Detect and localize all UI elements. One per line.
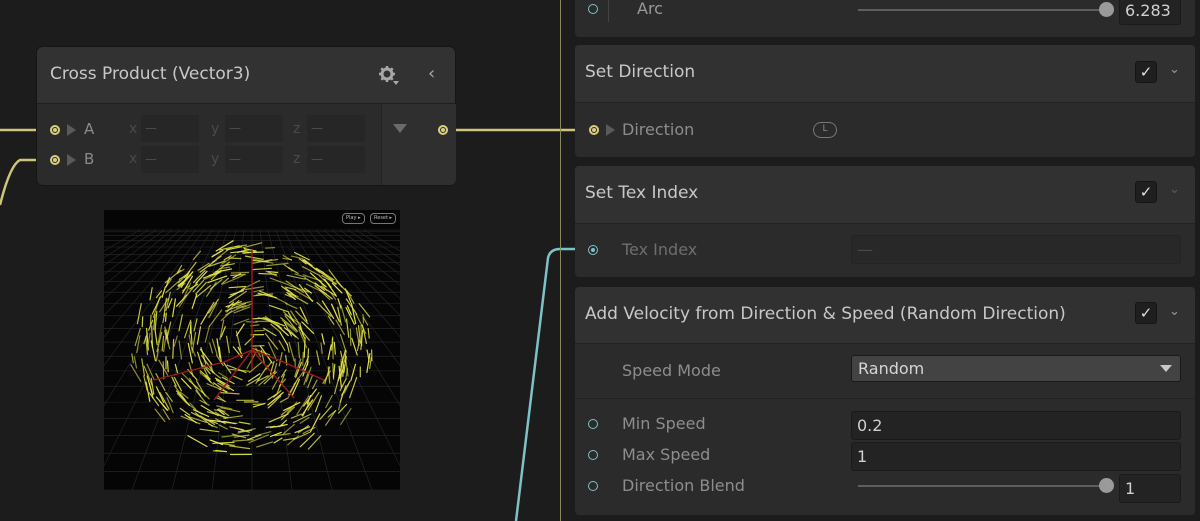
min-speed-field[interactable]: 0.2 [851, 411, 1181, 440]
arc-port[interactable] [588, 4, 598, 14]
arc-label: Arc [637, 0, 663, 18]
axis-x-label: x [129, 121, 138, 137]
output-expand-icon[interactable] [393, 124, 407, 133]
a-y-field[interactable]: — [225, 115, 283, 142]
a-z-field[interactable]: — [307, 115, 365, 142]
set-direction-block: Set Direction ✓ ⌄ Direction L [575, 45, 1195, 157]
chevron-down-icon[interactable]: ⌄ [1169, 182, 1180, 197]
local-space-badge[interactable]: L [813, 122, 837, 138]
speed-mode-label: Speed Mode [622, 361, 721, 380]
set-direction-checkbox[interactable]: ✓ [1135, 61, 1157, 83]
expand-triangle-icon[interactable] [606, 124, 615, 136]
chevron-left-icon[interactable]: ‹ [428, 63, 435, 84]
section-separator [575, 398, 1195, 399]
axis-x-label: x [129, 151, 138, 167]
direction-label: Direction [622, 120, 695, 139]
chevron-down-icon[interactable]: ⌄ [1169, 62, 1180, 77]
output-port-connector[interactable] [438, 125, 448, 135]
b-z-field[interactable]: — [307, 146, 365, 173]
direction-blend-slider-thumb[interactable] [1099, 478, 1114, 493]
expand-triangle-icon[interactable] [67, 124, 76, 136]
indent-guide [608, 0, 609, 22]
min-speed-label: Min Speed [622, 414, 706, 433]
a-x-field[interactable]: — [141, 115, 199, 142]
port-b-connector[interactable] [50, 155, 60, 165]
port-b-label: B [84, 150, 95, 168]
chevron-down-icon[interactable]: ⌄ [1169, 304, 1180, 319]
panel-divider [560, 0, 561, 521]
set-tex-index-checkbox[interactable]: ✓ [1135, 181, 1157, 203]
axis-z-label: z [293, 151, 301, 167]
preview-canvas [104, 229, 400, 490]
set-tex-index-title: Set Tex Index [585, 183, 699, 203]
tex-index-port[interactable] [588, 245, 598, 255]
add-velocity-title: Add Velocity from Direction & Speed (Ran… [585, 304, 1066, 324]
dropdown-arrow-icon [1160, 365, 1172, 372]
gear-icon[interactable] [378, 64, 400, 86]
preview-reset-chip[interactable]: Reset ▸ [370, 213, 397, 224]
speed-mode-value: Random [858, 359, 925, 378]
port-a-label: A [84, 120, 95, 138]
expand-triangle-icon[interactable] [67, 154, 76, 166]
set-tex-index-block: Set Tex Index ✓ ⌄ Tex Index — [575, 166, 1195, 277]
tex-index-label: Tex Index [622, 240, 698, 259]
speed-mode-dropdown[interactable]: Random [851, 355, 1181, 382]
max-speed-field[interactable]: 1 [851, 442, 1181, 471]
arc-slider-thumb[interactable] [1099, 2, 1114, 17]
arc-slider-track[interactable] [858, 9, 1106, 11]
max-speed-label: Max Speed [622, 445, 711, 464]
cross-product-node[interactable]: Cross Product (Vector3) ‹ A x — y — z — [37, 47, 456, 185]
node-title: Cross Product (Vector3) [50, 64, 251, 84]
max-speed-port[interactable] [588, 450, 598, 460]
direction-blend-port[interactable] [588, 481, 598, 491]
add-velocity-header[interactable]: Add Velocity from Direction & Speed (Ran… [575, 287, 1195, 344]
axis-y-label: y [211, 121, 220, 137]
output-area [381, 104, 456, 185]
set-direction-title: Set Direction [585, 62, 696, 82]
arc-block: Arc 6.283 [575, 0, 1195, 37]
add-velocity-block: Add Velocity from Direction & Speed (Ran… [575, 287, 1195, 515]
set-direction-header[interactable]: Set Direction ✓ ⌄ [575, 45, 1195, 103]
axis-z-label: z [293, 121, 301, 137]
direction-blend-field[interactable]: 1 [1119, 474, 1181, 503]
direction-port[interactable] [589, 125, 599, 135]
tex-index-field[interactable]: — [851, 235, 1181, 264]
min-speed-port[interactable] [588, 419, 598, 429]
particle-preview: Play ▸ Reset ▸ [104, 210, 400, 490]
axis-y-label: y [211, 151, 220, 167]
preview-play-chip[interactable]: Play ▸ [342, 213, 365, 224]
port-a-connector[interactable] [50, 125, 60, 135]
b-x-field[interactable]: — [141, 146, 199, 173]
add-velocity-checkbox[interactable]: ✓ [1135, 302, 1157, 324]
b-y-field[interactable]: — [225, 146, 283, 173]
direction-blend-slider-track[interactable] [858, 485, 1106, 487]
direction-blend-label: Direction Blend [622, 476, 745, 495]
node-header[interactable]: Cross Product (Vector3) ‹ [37, 47, 455, 104]
set-tex-index-header[interactable]: Set Tex Index ✓ ⌄ [575, 166, 1195, 224]
arc-value-field[interactable]: 6.283 [1119, 0, 1181, 25]
